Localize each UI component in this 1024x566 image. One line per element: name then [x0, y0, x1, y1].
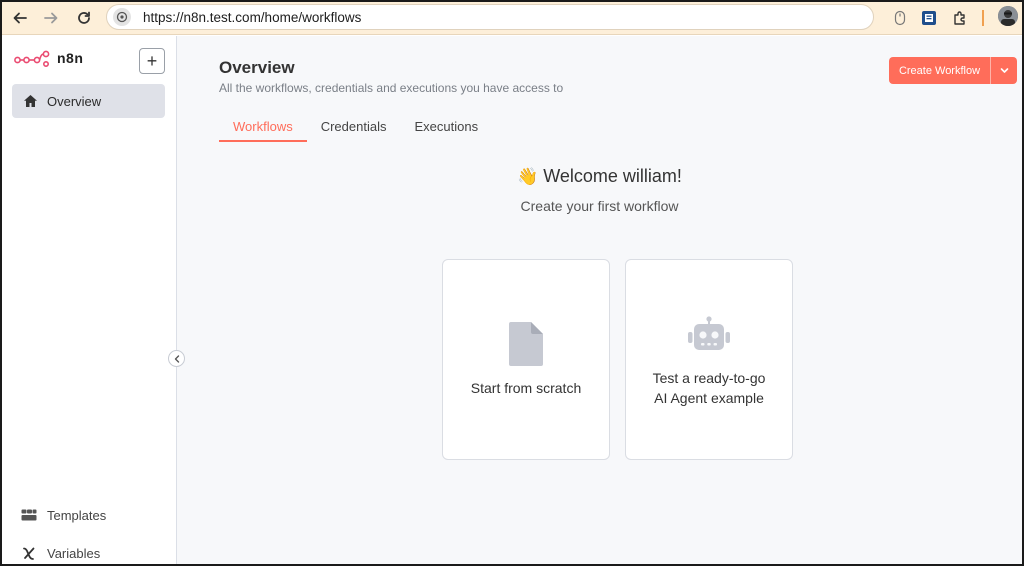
robot-icon — [626, 316, 792, 352]
url-text: https://n8n.test.com/home/workflows — [143, 9, 362, 25]
card-label-line1: Test a ready-to-go — [652, 370, 766, 386]
welcome-heading: 👋 Welcome william! — [177, 166, 1022, 187]
chevron-down-icon — [1000, 68, 1008, 73]
toolbar-divider — [982, 10, 984, 26]
card-label: Start from scratch — [470, 380, 582, 396]
extensions-puzzle-icon[interactable] — [950, 8, 970, 28]
tab-workflows[interactable]: Workflows — [219, 119, 307, 142]
home-icon — [22, 93, 38, 109]
collapse-sidebar-button[interactable] — [168, 350, 185, 367]
document-extension-icon[interactable] — [919, 8, 939, 28]
browser-toolbar: https://n8n.test.com/home/workflows — [2, 2, 1022, 35]
logo-text: n8n — [57, 50, 84, 66]
card-label-line2: AI Agent example — [654, 390, 764, 406]
sidebar-item-label: Variables — [47, 545, 101, 561]
tab-executions[interactable]: Executions — [400, 119, 492, 142]
sidebar-item-label: Overview — [47, 93, 102, 109]
browser-window: https://n8n.test.com/home/workflows n8n … — [0, 0, 1024, 566]
address-bar[interactable]: https://n8n.test.com/home/workflows — [106, 4, 874, 30]
arrow-left-icon — [13, 12, 27, 24]
main-content: Overview All the workflows, credentials … — [177, 36, 1022, 564]
tab-bar: Workflows Credentials Executions — [219, 119, 492, 142]
create-workflow-button[interactable]: Create Workflow — [889, 57, 990, 84]
tab-credentials[interactable]: Credentials — [307, 119, 401, 142]
start-from-scratch-card[interactable]: Start from scratch — [442, 259, 610, 460]
back-button[interactable] — [8, 6, 32, 30]
variables-icon — [20, 545, 38, 561]
add-button[interactable]: + — [139, 48, 165, 74]
arrow-right-icon — [44, 12, 58, 24]
sidebar: n8n + Overview Templates Variables — [2, 36, 177, 564]
forward-button[interactable] — [39, 6, 63, 30]
site-info-icon[interactable] — [113, 8, 131, 26]
welcome-subtitle: Create your first workflow — [520, 198, 679, 214]
card-label: Test a ready-to-go AI Agent example — [626, 368, 792, 408]
chevron-left-icon — [174, 354, 179, 363]
sidebar-item-label: Templates — [47, 507, 107, 523]
create-options-dropdown[interactable] — [991, 57, 1017, 84]
n8n-logo[interactable]: n8n — [14, 49, 83, 67]
reload-button[interactable] — [72, 6, 96, 30]
mouse-extension-icon[interactable] — [890, 8, 910, 28]
page-title: Overview — [219, 58, 295, 77]
waving-hand-emoji: 👋 — [517, 167, 539, 186]
templates-icon — [20, 507, 38, 523]
sidebar-item-templates[interactable]: Templates — [20, 507, 106, 523]
welcome-text: Welcome william! — [543, 166, 682, 186]
n8n-logo-icon — [14, 50, 50, 67]
page-subtitle: All the workflows, credentials and execu… — [219, 81, 564, 95]
sidebar-item-overview[interactable]: Overview — [12, 84, 165, 118]
create-workflow-split-button: Create Workflow — [889, 57, 1017, 84]
file-icon — [443, 322, 609, 366]
profile-avatar[interactable] — [998, 6, 1018, 26]
sidebar-item-variables[interactable]: Variables — [20, 545, 100, 561]
ai-agent-example-card[interactable]: Test a ready-to-go AI Agent example — [625, 259, 793, 460]
reload-icon — [78, 11, 90, 24]
